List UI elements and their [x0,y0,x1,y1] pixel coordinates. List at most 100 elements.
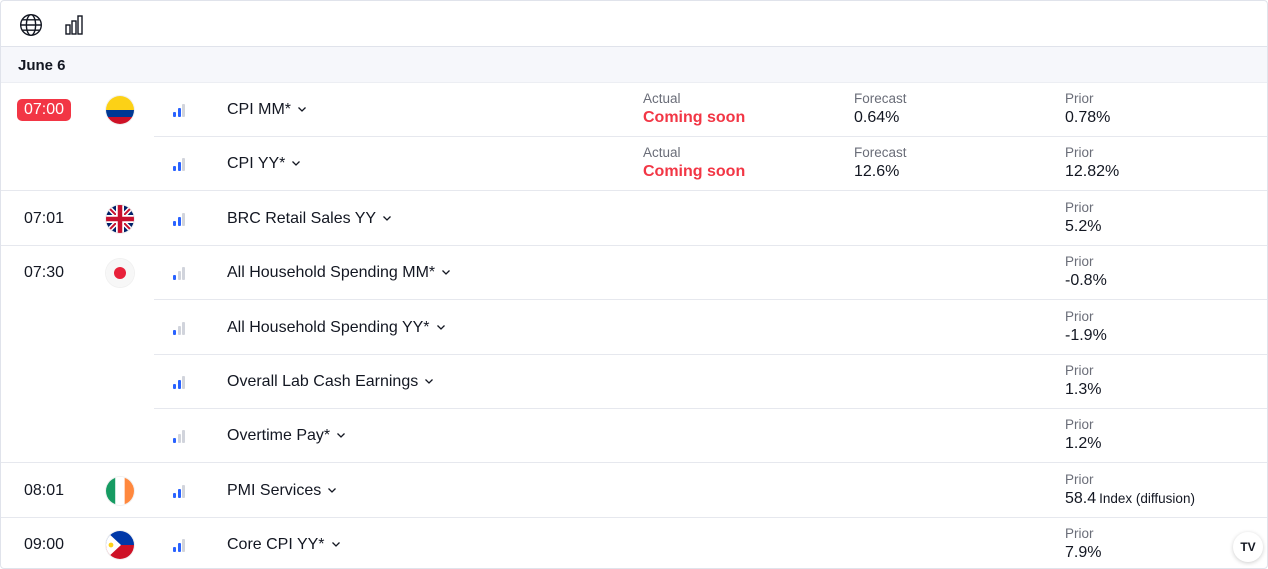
prior-label: Prior [1065,254,1094,270]
prior-value: 7.9% [1065,542,1101,564]
importance-icon [172,484,186,498]
importance-icon [172,157,186,172]
prior-label: Prior [1065,526,1094,542]
flag-united-kingdom-icon [106,204,134,233]
event-time: 07:30 [23,264,65,282]
event-label: CPI MM* [227,101,291,118]
forecast-field: Forecast 12.6% [854,145,907,183]
importance-icon [172,212,186,226]
event-row[interactable]: Overall Lab Cash Earnings Prior 1.3% [1,355,1267,409]
forecast-label: Forecast [854,91,907,106]
actual-field: Actual Coming soon [643,145,745,183]
event-label: Overtime Pay* [227,427,331,445]
event-row[interactable]: 08:01 PMI Services Prior 58.4 Index (diff… [1,464,1267,518]
prior-number: 12.82% [1065,163,1120,181]
chevron-down-icon [430,319,446,337]
prior-value: 0.78% [1065,107,1110,129]
prior-number: 5.2% [1065,217,1102,235]
event-name[interactable]: Overall Lab Cash Earnings [227,371,434,393]
actual-label: Actual [643,145,681,161]
prior-value: 1.3% [1065,379,1101,401]
forecast-label: Forecast [854,145,907,161]
event-time: 09:00 [23,536,65,554]
event-name[interactable]: CPI MM* [227,99,307,121]
chevron-down-icon [330,427,346,445]
prior-label: Prior [1065,417,1094,433]
event-name[interactable]: CPI YY* [227,153,301,175]
chevron-down-icon [418,373,434,391]
event-name[interactable]: Overtime Pay* [227,425,346,447]
brand-logo-text: TV [1240,540,1256,554]
forecast-value: 0.64% [854,109,900,126]
prior-label: Prior [1065,91,1094,106]
prior-label: Prior [1065,145,1094,161]
importance-icon [172,103,186,117]
event-label: Overall Lab Cash Earnings [227,373,419,390]
prior-label: Prior [1065,363,1094,378]
flag-ireland-icon [106,476,134,505]
forecast-field: Forecast 0.64% [854,91,907,129]
event-row[interactable]: Overtime Pay* Prior 1.2% [1,409,1267,464]
event-name[interactable]: All Household Spending MM* [227,262,451,284]
event-label: All Household Spending YY* [227,318,430,336]
prior-unit: Index (diffusion) [1099,490,1195,506]
prior-number: 7.9% [1065,544,1102,562]
importance-icon [172,321,186,335]
chevron-down-icon [321,482,337,500]
date-header: June 6 [1,47,1267,83]
event-name[interactable]: PMI Services [227,480,337,502]
event-time: 07:00 [17,99,71,121]
prior-number: 1.3% [1065,381,1102,398]
event-row[interactable]: 07:30 All Household Spending MM* Prior -… [1,246,1267,301]
chevron-down-icon [376,210,392,228]
event-row[interactable]: 09:00 Core CPI YY* Prior 7.9% [1,518,1267,568]
event-label: All Household Spending MM* [227,264,436,282]
prior-value: 5.2% [1065,216,1101,238]
actual-label: Actual [643,91,681,106]
prior-number: 58.4 [1065,489,1097,507]
prior-number: -0.8% [1065,272,1107,290]
prior-value: -0.8% [1065,270,1107,292]
forecast-value: 12.6% [854,163,900,181]
importance-icon [172,266,186,281]
actual-value: Coming soon [643,163,746,181]
event-label: CPI YY* [227,155,286,173]
chevron-down-icon [291,101,307,119]
prior-value: -1.9% [1065,325,1107,347]
event-name[interactable]: All Household Spending YY* [227,317,446,339]
chevron-down-icon [435,264,451,282]
prior-field: Prior 1.3% [1065,363,1101,401]
prior-value: 12.82% [1065,161,1119,183]
event-name[interactable]: Core CPI YY* [227,534,341,556]
economic-calendar: June 6 07:00 CPI MM* Actual Coming soon … [0,0,1268,569]
chevron-down-icon [325,536,341,554]
prior-field: Prior 0.78% [1065,91,1110,129]
event-row[interactable]: 07:01 BRC Retail Sales YY Prior 5.2% [1,192,1267,246]
prior-label: Prior [1065,471,1094,487]
prior-field: Prior -0.8% [1065,254,1107,292]
prior-label: Prior [1065,199,1094,215]
prior-value: 58.4 Index (diffusion) [1065,488,1195,510]
prior-field: Prior 5.2% [1065,200,1101,238]
event-row[interactable]: CPI YY* Actual Coming soon Forecast 12.6… [1,137,1267,192]
brand-logo[interactable]: TV [1233,532,1263,562]
flag-philippines-icon [106,531,134,560]
event-label: Core CPI YY* [227,536,325,554]
event-label: PMI Services [227,481,322,499]
prior-field: Prior 7.9% [1065,526,1101,564]
importance-icon [172,375,186,389]
event-time: 08:01 [23,481,65,499]
actual-field: Actual Coming soon [643,91,745,129]
toolbar [1,1,1267,47]
prior-value: 1.2% [1065,433,1101,455]
chevron-down-icon [285,155,301,173]
event-row[interactable]: All Household Spending YY* Prior -1.9% [1,301,1267,355]
flag-colombia-icon [106,96,134,124]
bar-chart-icon[interactable] [61,12,87,38]
event-name[interactable]: BRC Retail Sales YY [227,208,392,230]
globe-icon[interactable] [18,12,44,38]
prior-field: Prior -1.9% [1065,309,1107,347]
importance-icon [172,538,186,553]
event-time: 07:01 [23,209,65,227]
event-row[interactable]: 07:00 CPI MM* Actual Coming soon Forecas… [1,83,1267,137]
